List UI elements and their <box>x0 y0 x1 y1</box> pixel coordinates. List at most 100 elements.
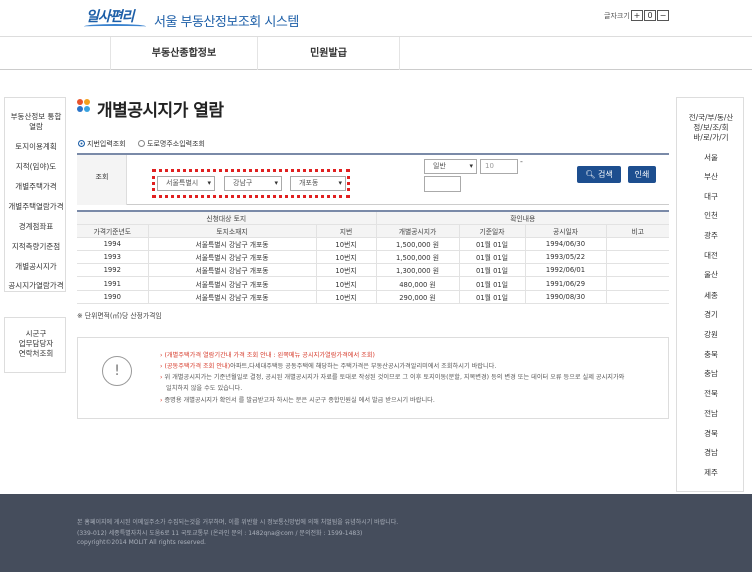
table-cell <box>605 263 669 278</box>
select-sigungu[interactable]: 강남구 ▾ <box>224 176 282 191</box>
sidebar-item-land-price-view[interactable]: 공시지가열람가격 <box>5 281 67 291</box>
footer: 본 홈페이지에 게시된 이메일주소가 수집되는것을 거부하며, 이를 위반할 시… <box>0 494 752 572</box>
col-header: 가격기준년도 <box>77 224 148 238</box>
table-cell: 01월 01일 <box>458 290 525 304</box>
chevron-down-icon: ▾ <box>274 179 278 187</box>
table-cell: 1991 <box>77 276 148 291</box>
contact-line-1: 시군구 <box>25 329 47 338</box>
chevron-down-icon: ▾ <box>207 179 211 187</box>
sidebar-item-survey-point[interactable]: 지적측량기준점 <box>5 242 67 252</box>
region-seoul[interactable]: 서울 <box>677 153 745 163</box>
radio-road-address[interactable]: 도로명주소입력조회 <box>138 139 205 149</box>
search-button-label: 검색 <box>597 170 613 179</box>
font-decrease-button[interactable]: − <box>657 10 669 21</box>
table-cell: 1990/08/30 <box>524 290 606 304</box>
region-jeju[interactable]: 제주 <box>677 468 745 478</box>
region-gwangju[interactable]: 광주 <box>677 231 745 241</box>
table-cell: 1990 <box>77 290 148 304</box>
table-cell: 1992 <box>77 263 148 278</box>
region-incheon[interactable]: 인천 <box>677 211 745 221</box>
table-cell: 서울특별시 강남구 개포동 <box>147 250 316 265</box>
table-body: 1994 서울특별시 강남구 개포동 10번지 1,500,000 원 01월 01일 1… <box>77 237 669 304</box>
region-jeonbuk[interactable]: 전북 <box>677 389 745 399</box>
region-busan[interactable]: 부산 <box>677 172 745 182</box>
sidebar-item-land-use[interactable]: 토지이용계획 <box>5 142 67 152</box>
info-line-text: 일치하지 않을 수도 있습니다. <box>166 385 243 392</box>
table-cell: 1993 <box>77 250 148 265</box>
header: 일사편리 서울 부동산정보조회 시스템 글자크기 + 0 − <box>0 0 752 36</box>
table-cell: 10번지 <box>315 263 376 278</box>
table-cell: 1991/06/29 <box>524 276 606 291</box>
info-line: › 증명용 개별공시지가 확인서 를 발급받고자 하시는 분은 시군구 종합민원… <box>160 397 435 405</box>
lot-number-input[interactable]: 10 <box>480 159 518 174</box>
region-gangwon[interactable]: 강원 <box>677 330 745 340</box>
table-cell: 1,300,000 원 <box>375 263 459 278</box>
table-cell: 서울특별시 강남구 개포동 <box>147 276 316 291</box>
table-cell: 1992/06/01 <box>524 263 606 278</box>
region-ulsan[interactable]: 울산 <box>677 270 745 280</box>
select-dong-value: 개포동 <box>299 179 319 187</box>
info-line-text: 아파트,다세대주택등 공동주택에 해당하는 주택가격은 부동산공시가격알리미에서… <box>230 363 497 370</box>
table-cell: 1,500,000 원 <box>375 250 459 265</box>
sidebar-item-integrated-view[interactable]: 열람 <box>5 122 67 132</box>
radio-lot-number[interactable]: 지번입력조회 <box>78 139 126 149</box>
sidebar-item-integrated[interactable]: 부동산정보 통합 <box>5 112 67 122</box>
font-reset-button[interactable]: 0 <box>644 10 656 21</box>
table-row: 1993 서울특별시 강남구 개포동 10번지 1,500,000 원 01월 01일 1… <box>77 250 669 265</box>
table-cell: 서울특별시 강남구 개포동 <box>147 237 316 252</box>
chevron-down-icon: ▾ <box>469 162 473 170</box>
sidebar-item-house-price-view[interactable]: 개별주택열람가격 <box>5 202 67 212</box>
title-dots-icon <box>77 99 91 113</box>
logo[interactable]: 일사편리 <box>86 6 135 26</box>
print-button[interactable]: 인쇄 <box>628 166 656 183</box>
region-daegu[interactable]: 대구 <box>677 192 745 202</box>
sidebar-item-boundary[interactable]: 경계점좌표 <box>5 222 67 232</box>
contact-line-3: 연락처조회 <box>18 349 54 358</box>
search-icon: 🔍︎ <box>585 170 596 179</box>
table-cell: 1994/06/30 <box>524 237 606 252</box>
rside-header-1: 전/국/부/동/산 <box>688 113 734 122</box>
info-line-emphasis: (공동주택가격 조회 안내) <box>164 363 231 370</box>
region-chungbuk[interactable]: 충북 <box>677 350 745 360</box>
region-gyeongbuk[interactable]: 경북 <box>677 429 745 439</box>
region-gyeongnam[interactable]: 경남 <box>677 448 745 458</box>
table-cell: 01월 01일 <box>458 237 525 252</box>
info-line: 일치하지 않을 수도 있습니다. <box>166 385 242 393</box>
nav-real-estate-info[interactable]: 부동산종합정보 <box>110 37 258 70</box>
region-jeonnam[interactable]: 전남 <box>677 409 745 419</box>
table-cell <box>605 237 669 252</box>
table-cell: 480,000 원 <box>375 276 459 291</box>
region-sejong[interactable]: 세종 <box>677 291 745 301</box>
region-daejeon[interactable]: 대전 <box>677 251 745 261</box>
table-cell: 290,000 원 <box>375 290 459 304</box>
sidebar-item-cadastral-map[interactable]: 지적(임야)도 <box>5 162 67 172</box>
table-cell <box>605 250 669 265</box>
col-header: 개별공시지가 <box>375 224 459 238</box>
region-gyeonggi[interactable]: 경기 <box>677 310 745 320</box>
contact-lookup[interactable]: 시군구 업무담당자 연락처조회 <box>4 317 66 373</box>
table-row: 1990 서울특별시 강남구 개포동 10번지 290,000 원 01월 01일 199… <box>77 290 669 304</box>
sidebar-item-house-price[interactable]: 개별주택가격 <box>5 182 67 192</box>
table-cell: 10번지 <box>315 250 376 265</box>
footer-email-notice: 본 홈페이지에 게시된 이메일주소가 수집되는것을 거부하며, 이를 위반할 시… <box>77 519 399 526</box>
main-nav: 부동산종합정보 민원발급 <box>0 36 752 70</box>
table-row: 1991 서울특별시 강남구 개포동 10번지 480,000 원 01월 01일 199… <box>77 276 669 291</box>
nav-civil-documents[interactable]: 민원발급 <box>258 37 400 70</box>
select-sido[interactable]: 서울특별시 ▾ <box>157 176 215 191</box>
region-chungnam[interactable]: 충남 <box>677 369 745 379</box>
sub-lot-input[interactable] <box>424 176 461 192</box>
font-increase-button[interactable]: + <box>631 10 643 21</box>
table-row: 1992 서울특별시 강남구 개포동 10번지 1,300,000 원 01월 01일 1… <box>77 263 669 278</box>
table-cell: 10번지 <box>315 237 376 252</box>
search-button[interactable]: 🔍︎ 검색 <box>577 166 621 183</box>
table-cell: 1994 <box>77 237 148 252</box>
select-period[interactable]: 일반 ▾ <box>424 159 477 174</box>
left-sidebar: 부동산정보 통합 열람 토지이용계획 지적(임야)도 개별주택가격 개별주택열람… <box>4 97 66 292</box>
footer-address: (339-012) 세종특별자치시 도움6로 11 국토교통부 (온라인 문의 … <box>77 530 363 537</box>
table-row: 1994 서울특별시 강남구 개포동 10번지 1,500,000 원 01월 01일 1… <box>77 237 669 252</box>
select-sido-value: 서울특별시 <box>166 179 199 187</box>
group-header-result: 확인내용 <box>375 209 669 225</box>
select-dong[interactable]: 개포동 ▾ <box>290 176 346 191</box>
page-title: 개별공시지가 열람 <box>97 101 224 121</box>
sidebar-item-land-price[interactable]: 개별공시지가 <box>5 262 67 272</box>
